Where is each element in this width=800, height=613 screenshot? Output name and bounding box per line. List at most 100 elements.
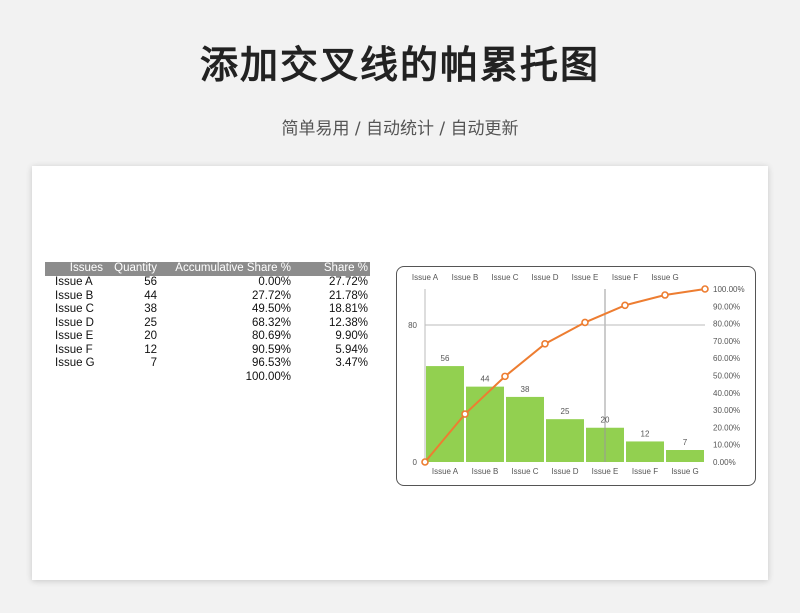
x-tick-label: Issue D xyxy=(551,467,578,476)
cell-total-accumulative[interactable]: 100.00% xyxy=(159,371,293,385)
cell-quantity[interactable]: 12 xyxy=(105,344,159,358)
y-tick-label: 80 xyxy=(408,321,417,330)
cell-issue[interactable]: Issue C xyxy=(45,303,105,317)
cell-quantity[interactable]: 20 xyxy=(105,330,159,344)
bar-issue-c xyxy=(506,396,544,462)
spreadsheet-area: Issues Quantity Accumulative Share % Sha… xyxy=(32,166,768,580)
cell-accumulative-share[interactable]: 0.00% xyxy=(159,276,293,290)
cell-empty[interactable] xyxy=(105,371,159,385)
y2-tick-label: 10.00% xyxy=(713,441,740,450)
cell-issue[interactable]: Issue G xyxy=(45,357,105,371)
x-tick-label: Issue G xyxy=(671,467,699,476)
cumulative-point xyxy=(501,372,509,381)
cell-quantity[interactable]: 44 xyxy=(105,290,159,304)
bar-issue-a xyxy=(426,366,464,462)
y-tick-label: 0 xyxy=(413,458,418,467)
table-row: Issue F 12 90.59% 5.94% xyxy=(45,344,370,358)
bar-issue-d xyxy=(546,419,584,462)
cell-accumulative-share[interactable]: 27.72% xyxy=(159,290,293,304)
cell-accumulative-share[interactable]: 96.53% xyxy=(159,357,293,371)
cell-empty[interactable] xyxy=(293,371,370,385)
table-row-total: 100.00% xyxy=(45,371,370,385)
cell-share[interactable]: 12.38% xyxy=(293,317,370,331)
table-body: Issue A 56 0.00% 27.72% Issue B 44 27.72% 21.78… xyxy=(45,276,370,384)
cell-issue[interactable]: Issue E xyxy=(45,330,105,344)
cell-accumulative-share[interactable]: 68.32% xyxy=(159,317,293,331)
bar-data-label: 44 xyxy=(481,375,490,384)
bar-issue-b xyxy=(466,386,504,462)
cell-share[interactable]: 18.81% xyxy=(293,303,370,317)
cumulative-point xyxy=(541,340,549,348)
y2-tick-label: 20.00% xyxy=(713,423,740,432)
cell-quantity[interactable]: 38 xyxy=(105,303,159,317)
column-header-issues[interactable]: Issues xyxy=(45,262,105,276)
top-category-label: Issue A xyxy=(412,273,439,282)
column-header-share[interactable]: Share % xyxy=(293,262,370,276)
y2-tick-label: 50.00% xyxy=(713,372,740,381)
table-row: Issue E 20 80.69% 9.90% xyxy=(45,330,370,344)
table-header-row: Issues Quantity Accumulative Share % Sha… xyxy=(45,262,370,276)
cell-quantity[interactable]: 56 xyxy=(105,276,159,290)
cell-share[interactable]: 9.90% xyxy=(293,330,370,344)
y2-tick-label: 90.00% xyxy=(713,302,740,311)
bar-data-label: 38 xyxy=(521,385,530,394)
cell-share[interactable]: 5.94% xyxy=(293,344,370,358)
x-tick-label: Issue E xyxy=(592,467,619,476)
bar-data-label: 12 xyxy=(641,429,650,438)
cell-issue[interactable]: Issue A xyxy=(45,276,105,290)
column-header-accumulative-share[interactable]: Accumulative Share % xyxy=(159,262,293,276)
y2-tick-label: 70.00% xyxy=(713,337,740,346)
table-row: Issue B 44 27.72% 21.78% xyxy=(45,290,370,304)
cell-accumulative-share[interactable]: 49.50% xyxy=(159,303,293,317)
cumulative-point xyxy=(661,291,669,299)
cell-quantity[interactable]: 7 xyxy=(105,357,159,371)
page-title: 添加交叉线的帕累托图 xyxy=(199,43,600,87)
table-row: Issue D 25 68.32% 12.38% xyxy=(45,317,370,331)
bar-data-label: 20 xyxy=(601,416,610,425)
cell-share[interactable]: 3.47% xyxy=(293,357,370,371)
cell-share[interactable]: 27.72% xyxy=(293,276,370,290)
top-category-label: Issue E xyxy=(572,273,599,282)
cell-quantity[interactable]: 25 xyxy=(105,317,159,331)
y2-tick-label: 30.00% xyxy=(713,406,740,415)
x-tick-label: Issue C xyxy=(511,467,538,476)
cell-issue[interactable]: Issue D xyxy=(45,317,105,331)
cumulative-point xyxy=(701,285,709,293)
cumulative-point xyxy=(621,301,629,310)
top-category-label: Issue D xyxy=(531,273,558,282)
cell-issue[interactable]: Issue B xyxy=(45,290,105,304)
cell-share[interactable]: 21.78% xyxy=(293,290,370,304)
y2-tick-label: 80.00% xyxy=(713,320,740,329)
page-subtitle: 简单易用 / 自动统计 / 自动更新 xyxy=(281,119,519,139)
bar-issue-f xyxy=(626,441,664,462)
table-row: Issue A 56 0.00% 27.72% xyxy=(45,276,370,290)
x-tick-label: Issue B xyxy=(472,467,499,476)
cumulative-point xyxy=(581,318,589,327)
y2-tick-label: 40.00% xyxy=(713,389,740,398)
cumulative-point xyxy=(461,410,469,418)
chart-svg: 56 44 38 25 20 12 7 Issue A Issue B Issue C Issue … xyxy=(408,273,745,476)
top-category-label: Issue B xyxy=(452,273,479,282)
cell-accumulative-share[interactable]: 90.59% xyxy=(159,344,293,358)
column-header-quantity[interactable]: Quantity xyxy=(105,262,159,276)
pareto-chart: 56 44 38 25 20 12 7 Issue A Issue B Issue C Issue … xyxy=(396,266,756,486)
cell-accumulative-share[interactable]: 80.69% xyxy=(159,330,293,344)
y2-tick-label: 60.00% xyxy=(713,354,740,363)
y2-tick-label: 100.00% xyxy=(713,285,745,294)
y2-tick-label: 0.00% xyxy=(713,458,736,467)
x-tick-label: Issue A xyxy=(432,467,459,476)
table-row: Issue C 38 49.50% 18.81% xyxy=(45,303,370,317)
bar-data-label: 7 xyxy=(683,438,688,447)
data-table: Issues Quantity Accumulative Share % Sha… xyxy=(45,262,370,384)
top-category-label: Issue G xyxy=(651,273,679,282)
x-tick-label: Issue F xyxy=(632,467,658,476)
cell-issue[interactable]: Issue F xyxy=(45,344,105,358)
cumulative-point xyxy=(421,458,429,466)
top-category-label: Issue C xyxy=(491,273,518,282)
top-category-label: Issue F xyxy=(612,273,638,282)
table-row: Issue G 7 96.53% 3.47% xyxy=(45,357,370,371)
bar-data-label: 25 xyxy=(561,407,570,416)
bar-data-label: 56 xyxy=(441,354,450,363)
bar-issue-g xyxy=(666,450,704,462)
cell-empty[interactable] xyxy=(45,371,105,385)
